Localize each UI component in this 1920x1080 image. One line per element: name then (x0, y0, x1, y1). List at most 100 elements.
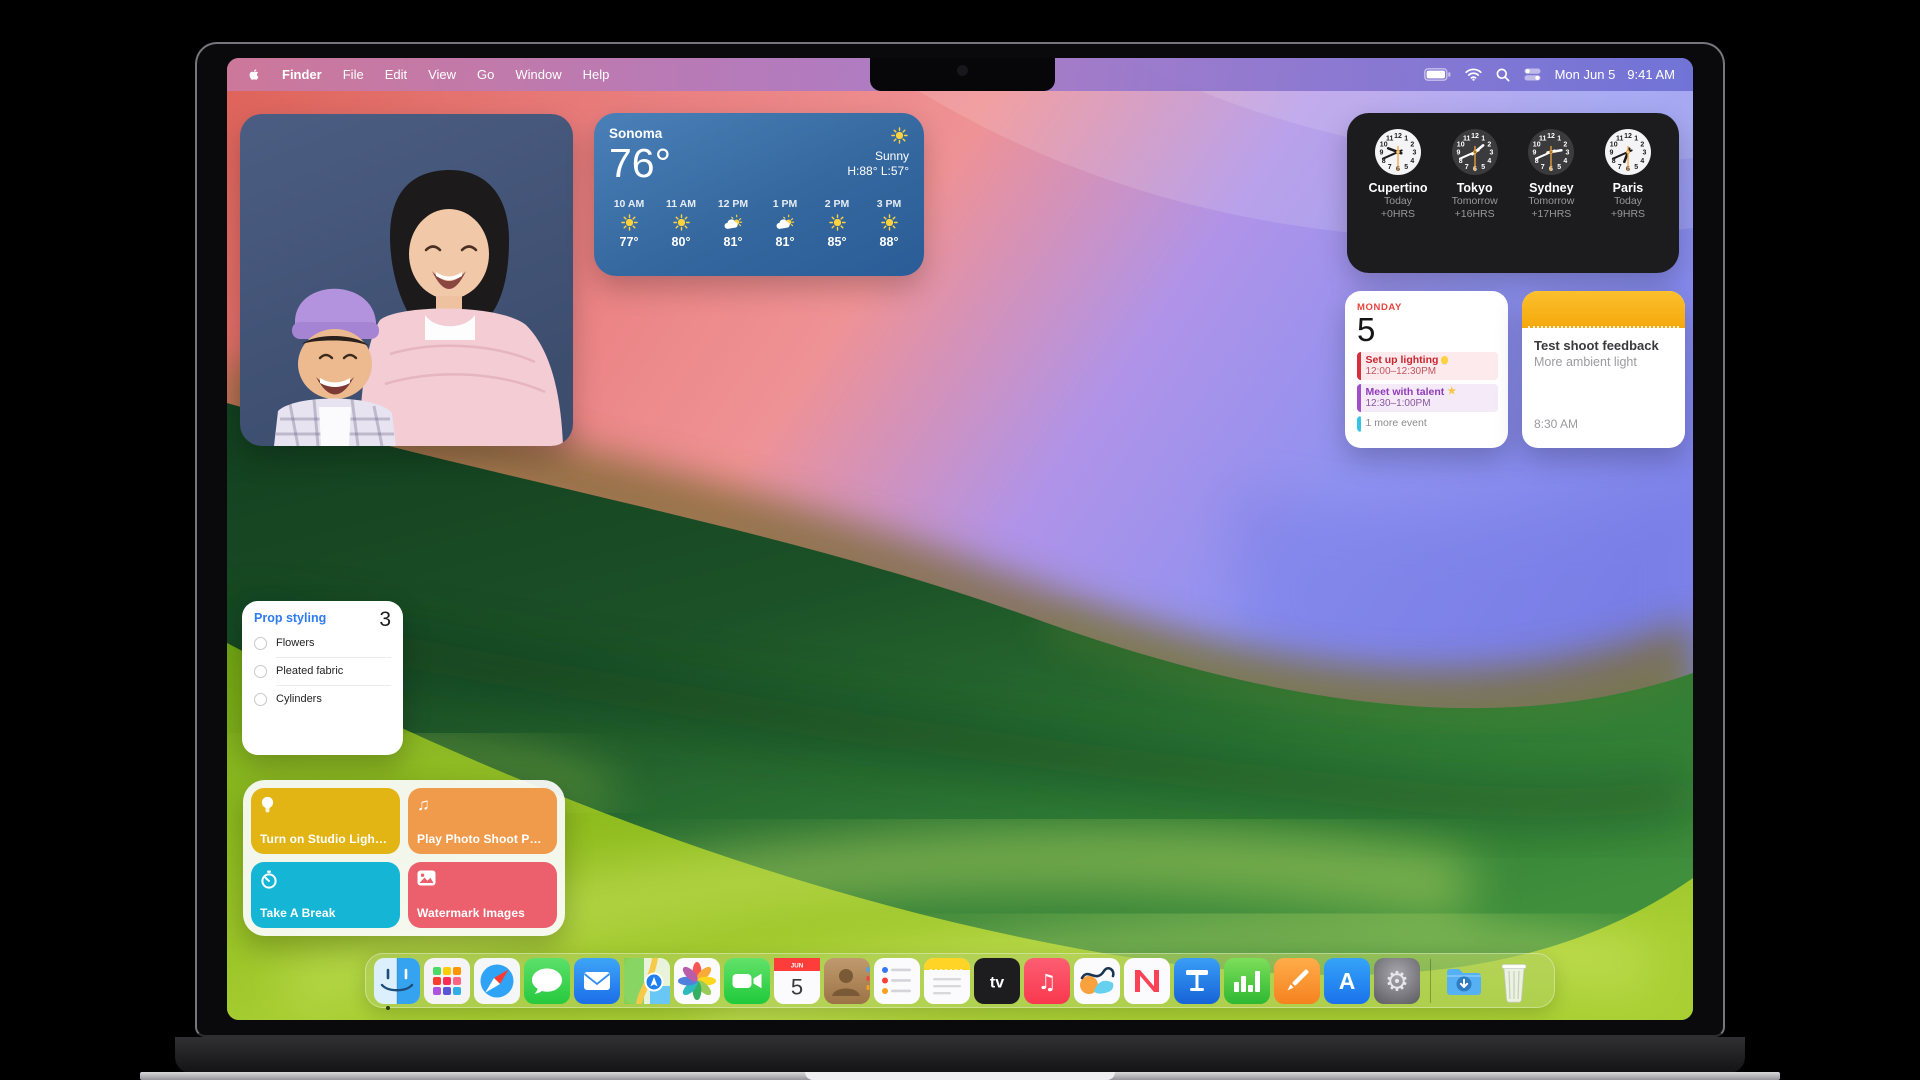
dock-icon-reminders[interactable] (874, 958, 920, 1004)
note-header (1522, 291, 1685, 328)
dock-icon-photos[interactable] (674, 958, 720, 1004)
svg-text:11: 11 (1386, 135, 1394, 142)
svg-text:11: 11 (1463, 135, 1471, 142)
svg-text:11: 11 (1616, 135, 1624, 142)
dock-icon-numbers[interactable] (1224, 958, 1270, 1004)
wifi-icon[interactable] (1465, 68, 1482, 81)
checkbox-circle-icon[interactable] (254, 665, 267, 678)
hour-column: 1 PM81° (765, 198, 805, 249)
checkbox-circle-icon[interactable] (254, 693, 267, 706)
control-center-icon[interactable] (1524, 68, 1541, 81)
dock-icon-safari[interactable] (474, 958, 520, 1004)
weather-location: Sonoma (609, 126, 671, 141)
svg-text:7: 7 (1618, 164, 1622, 171)
dock-icon-launchpad[interactable] (424, 958, 470, 1004)
lightbulb-emoji (1441, 356, 1448, 364)
dock-calendar-day: 5 (791, 974, 803, 999)
menu-help[interactable]: Help (583, 67, 610, 82)
dock-icon-facetime[interactable] (724, 958, 770, 1004)
svg-text:7: 7 (1541, 164, 1545, 171)
dock-icon-news[interactable] (1124, 958, 1170, 1004)
image-icon (417, 870, 548, 890)
menu-view[interactable]: View (428, 67, 456, 82)
hour-weather-icon (620, 213, 639, 232)
timer-icon (260, 870, 391, 890)
svg-text:1: 1 (1481, 135, 1485, 142)
reminder-item[interactable]: Pleated fabric (254, 658, 391, 685)
battery-icon[interactable] (1424, 68, 1451, 81)
reminder-item[interactable]: Flowers (254, 630, 391, 657)
world-clock-widget[interactable]: 123456789101112 Cupertino Today+0HRS 123… (1347, 113, 1679, 273)
svg-text:4: 4 (1487, 158, 1491, 165)
menu-file[interactable]: File (343, 67, 364, 82)
svg-text:10: 10 (1610, 141, 1618, 148)
svg-text:7: 7 (1464, 164, 1468, 171)
dock-icon-mail[interactable] (574, 958, 620, 1004)
menu-go[interactable]: Go (477, 67, 494, 82)
analog-clock: 123456789101112 (1516, 128, 1586, 176)
clock-cupertino: 123456789101112 Cupertino Today+0HRS (1363, 128, 1433, 258)
notes-widget[interactable]: Test shoot feedback More ambient light 8… (1522, 291, 1685, 448)
svg-text:♫: ♫ (1038, 970, 1057, 994)
note-title: Test shoot feedback (1534, 338, 1673, 353)
reminder-item[interactable]: Cylinders (254, 686, 391, 713)
svg-text:12: 12 (1624, 133, 1632, 140)
menu-edit[interactable]: Edit (385, 67, 407, 82)
checkbox-circle-icon[interactable] (254, 637, 267, 650)
menu-date[interactable]: Mon Jun 5 (1555, 67, 1616, 82)
reminders-list-name: Prop styling (254, 611, 326, 625)
calendar-event[interactable]: Meet with talent★ 12:30–1:00PM (1357, 384, 1498, 412)
clock-sydney: 123456789101112 Sydney Tomorrow+17HRS (1516, 128, 1586, 258)
shortcut-take-a-break[interactable]: Take A Break (251, 862, 400, 928)
reminders-count: 3 (379, 611, 391, 630)
dock-icon-tv[interactable]: tv (974, 958, 1020, 1004)
dock-icon-appstore[interactable]: A (1324, 958, 1370, 1004)
dock-icon-system-settings[interactable]: ⚙ (1374, 958, 1420, 1004)
lightbulb-icon (260, 796, 391, 816)
svg-text:12: 12 (1471, 133, 1479, 140)
search-icon[interactable] (1496, 68, 1510, 82)
dock-icon-trash[interactable] (1491, 958, 1537, 1004)
music-note-icon: ♫ (417, 796, 548, 816)
svg-text:5: 5 (1558, 164, 1562, 171)
dock-icon-contacts[interactable] (824, 958, 870, 1004)
dock-icon-freeform[interactable] (1074, 958, 1120, 1004)
menu-window[interactable]: Window (515, 67, 561, 82)
weather-temperature: 76° (609, 143, 671, 185)
hour-column: 2 PM85° (817, 198, 857, 249)
weather-widget[interactable]: Sonoma 76° Sunny H:88° L:57° 10 AM77° 11… (594, 113, 924, 276)
note-timestamp: 8:30 AM (1534, 417, 1578, 431)
dock-icon-music[interactable]: ♫ (1024, 958, 1070, 1004)
dock-icon-keynote[interactable] (1174, 958, 1220, 1004)
dock-icon-maps[interactable] (624, 958, 670, 1004)
shortcut-studio-light[interactable]: Turn on Studio Ligh… (251, 788, 400, 854)
active-app-menu[interactable]: Finder (282, 67, 322, 82)
dock-icon-messages[interactable] (524, 958, 570, 1004)
hour-weather-icon (828, 213, 847, 232)
menu-time[interactable]: 9:41 AM (1627, 67, 1675, 82)
dock-separator (1430, 959, 1431, 1003)
dock-icon-pages[interactable] (1274, 958, 1320, 1004)
calendar-widget[interactable]: MONDAY 5 Set up lighting 12:00–12:30PM M… (1345, 291, 1508, 448)
dock-icon-finder[interactable] (374, 958, 420, 1004)
dock-calendar-month: JUN (791, 962, 804, 969)
dock-icon-downloads[interactable] (1441, 958, 1487, 1004)
shortcut-watermark-images[interactable]: Watermark Images (408, 862, 557, 928)
hour-column: 10 AM77° (609, 198, 649, 249)
calendar-event[interactable]: Set up lighting 12:00–12:30PM (1357, 352, 1498, 380)
reminders-widget[interactable]: Prop styling 3 Flowers Pleated fabric Cy… (242, 601, 403, 755)
apple-menu-icon[interactable] (247, 67, 261, 82)
more-events-row[interactable]: 1 more event (1357, 416, 1498, 432)
photos-widget[interactable] (240, 114, 573, 446)
shortcut-play-playlist[interactable]: ♫ Play Photo Shoot P… (408, 788, 557, 854)
note-body-text: More ambient light (1534, 355, 1673, 369)
hour-weather-icon (724, 213, 743, 232)
calendar-weekday: MONDAY (1357, 302, 1498, 313)
analog-clock: 123456789101112 (1593, 128, 1663, 176)
clock-status: Mon Jun 5 9:41 AM (1555, 67, 1675, 82)
hourly-forecast: 10 AM77° 11 AM80° 12 PM81° 1 PM81° 2 PM8… (609, 198, 909, 249)
dock-icon-notes[interactable] (924, 958, 970, 1004)
dock-icon-calendar[interactable]: JUN 5 (774, 958, 820, 1004)
analog-clock: 123456789101112 (1440, 128, 1510, 176)
svg-text:7: 7 (1388, 164, 1392, 171)
